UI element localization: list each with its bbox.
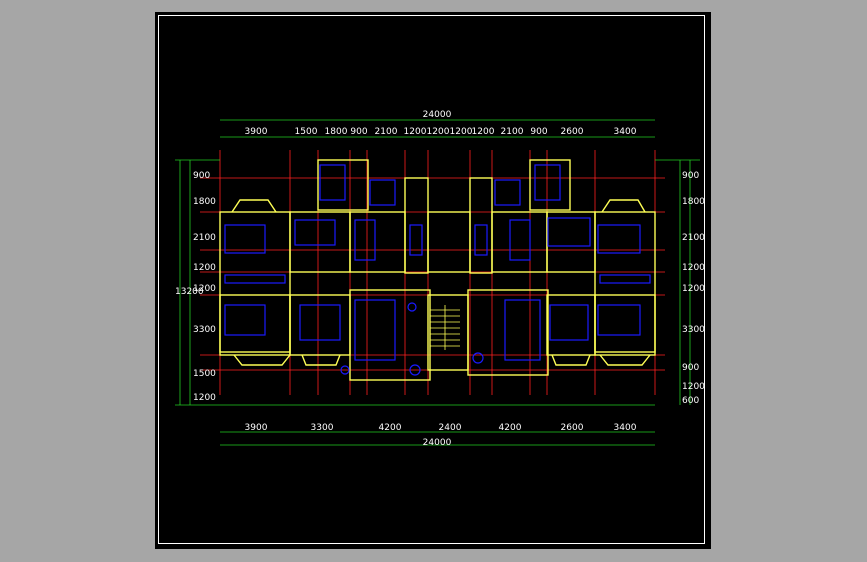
- bottom-dimensions: 3900 3300 4200 2400 4200 2600 3400 24000: [245, 423, 637, 448]
- right-dim-1: 900: [682, 171, 699, 181]
- top-dim-1: 3900: [245, 127, 268, 137]
- left-dim-8: 1200: [193, 393, 216, 403]
- right-dim-9: 600: [682, 396, 699, 406]
- right-dim-6: 3300: [682, 325, 705, 335]
- top-dim-5: 2100: [375, 127, 398, 137]
- left-dim-2: 1800: [193, 197, 216, 207]
- bottom-dim-1: 3900: [245, 423, 268, 433]
- right-dim-7: 900: [682, 363, 699, 373]
- top-dim-6: 1200: [404, 127, 427, 137]
- top-dim-8: 1200: [450, 127, 473, 137]
- staircase: [430, 305, 460, 350]
- left-dim-7: 1500: [193, 369, 216, 379]
- left-total-dim: 13200: [175, 287, 204, 297]
- left-dimensions: 900 1800 2100 1200 1200 13200 3300 1500 …: [175, 171, 216, 403]
- left-dim-1: 900: [193, 171, 210, 181]
- bottom-dim-5: 4200: [499, 423, 522, 433]
- top-dim-13: 3400: [614, 127, 637, 137]
- top-dim-4: 900: [350, 127, 367, 137]
- bottom-dim-4: 2400: [439, 423, 462, 433]
- right-dim-5: 1200: [682, 284, 705, 294]
- top-dim-9: 1200: [472, 127, 495, 137]
- right-dim-3: 2100: [682, 233, 705, 243]
- top-dim-7: 1200: [427, 127, 450, 137]
- right-dim-4: 1200: [682, 263, 705, 273]
- top-dim-11: 900: [530, 127, 547, 137]
- top-dim-10: 2100: [501, 127, 524, 137]
- bottom-dim-2: 3300: [311, 423, 334, 433]
- furniture: [224, 164, 651, 376]
- top-dim-12: 2600: [561, 127, 584, 137]
- top-dim-2: 1500: [295, 127, 318, 137]
- right-dim-8: 1200: [682, 382, 705, 392]
- bottom-dim-7: 3400: [614, 423, 637, 433]
- top-dimensions: 24000 3900 1500 1800 900 2100 1200 1200 …: [245, 110, 637, 137]
- walls: [219, 159, 656, 381]
- right-dimensions: 900 1800 2100 1200 1200 3300 900 1200 60…: [682, 171, 705, 406]
- left-dim-6: 3300: [193, 325, 216, 335]
- right-dim-2: 1800: [682, 197, 705, 207]
- bottom-dim-3: 4200: [379, 423, 402, 433]
- floor-plan[interactable]: 24000 3900 1500 1800 900 2100 1200 1200 …: [0, 0, 867, 562]
- left-dim-3: 2100: [193, 233, 216, 243]
- bottom-dim-6: 2600: [561, 423, 584, 433]
- bottom-total-dim: 24000: [423, 438, 452, 448]
- left-dim-4: 1200: [193, 263, 216, 273]
- top-total-dim: 24000: [423, 110, 452, 120]
- top-dim-3: 1800: [325, 127, 348, 137]
